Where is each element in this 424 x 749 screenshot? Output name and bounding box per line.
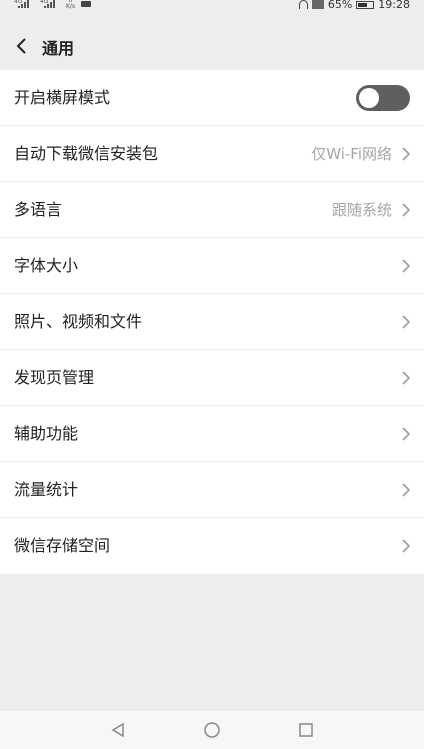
settings-row-font-size[interactable]: 字体大小 bbox=[0, 238, 424, 294]
signal-icon-1: 4G bbox=[14, 0, 34, 10]
settings-row-storage[interactable]: 微信存储空间 bbox=[0, 518, 424, 574]
settings-row-label: 自动下载微信安装包 bbox=[14, 144, 159, 163]
settings-row-label: 照片、视频和文件 bbox=[14, 312, 143, 331]
landscape-toggle[interactable] bbox=[356, 85, 410, 111]
settings-row-value: 仅Wi-Fi网络 bbox=[311, 145, 392, 163]
nfc-icon bbox=[311, 0, 324, 9]
triangle-back-icon[interactable] bbox=[110, 722, 126, 738]
settings-row-label: 流量统计 bbox=[14, 480, 79, 499]
chevron-right-icon bbox=[402, 483, 410, 497]
signal-icon-2: 4G bbox=[40, 0, 60, 10]
chevron-right-icon bbox=[402, 203, 410, 217]
settings-row-label: 微信存储空间 bbox=[14, 536, 111, 555]
chevron-right-icon bbox=[402, 539, 410, 553]
chevron-right-icon bbox=[402, 259, 410, 273]
settings-row-media-files[interactable]: 照片、视频和文件 bbox=[0, 294, 424, 350]
battery-icon bbox=[356, 0, 375, 9]
square-recent-icon[interactable] bbox=[298, 722, 314, 738]
settings-row-label: 字体大小 bbox=[14, 256, 79, 275]
settings-row-label: 辅助功能 bbox=[14, 424, 79, 443]
chevron-right-icon bbox=[402, 371, 410, 385]
settings-row-landscape-mode[interactable]: 开启横屏模式 bbox=[0, 70, 424, 126]
signal-2-label: 4G bbox=[40, 0, 49, 5]
toggle-knob bbox=[359, 88, 379, 108]
settings-row-traffic-stats[interactable]: 流量统计 bbox=[0, 462, 424, 518]
settings-row-language[interactable]: 多语言 跟随系统 bbox=[0, 182, 424, 238]
page-title: 通用 bbox=[42, 39, 75, 58]
clock: 19:28 bbox=[378, 0, 410, 11]
settings-row-label: 发现页管理 bbox=[14, 368, 95, 387]
chevron-right-icon bbox=[402, 147, 410, 161]
net-speed: 0 K/s bbox=[66, 0, 75, 10]
headphone-icon bbox=[298, 0, 308, 9]
settings-row-label: 多语言 bbox=[14, 200, 63, 219]
status-left: 4G 4G 0 K/s bbox=[14, 0, 92, 14]
settings-row-accessibility[interactable]: 辅助功能 bbox=[0, 406, 424, 462]
battery-fill bbox=[358, 2, 368, 7]
chevron-right-icon bbox=[402, 315, 410, 329]
settings-row-discover-manage[interactable]: 发现页管理 bbox=[0, 350, 424, 406]
settings-row-auto-download[interactable]: 自动下载微信安装包 仅Wi-Fi网络 bbox=[0, 126, 424, 182]
settings-list: 开启横屏模式自动下载微信安装包 仅Wi-Fi网络多语言 跟随系统字体大小照片、视频和… bbox=[0, 70, 424, 574]
settings-row-value: 跟随系统 bbox=[331, 201, 392, 219]
top-navbar: 通用 bbox=[0, 24, 424, 68]
net-speed-unit: K/s bbox=[66, 3, 76, 10]
settings-row-label: 开启横屏模式 bbox=[14, 88, 111, 107]
system-nav-bar bbox=[0, 711, 424, 749]
status-bar: 4G 4G 0 K/s 65% 19:28 bbox=[0, 0, 424, 14]
signal-1-label: 4G bbox=[14, 0, 23, 5]
camera-icon bbox=[81, 1, 92, 7]
chevron-right-icon bbox=[402, 427, 410, 441]
status-right: 65% 19:28 bbox=[298, 0, 410, 11]
circle-home-icon[interactable] bbox=[203, 722, 221, 738]
battery-percent: 65% bbox=[327, 0, 353, 11]
chevron-left-icon[interactable] bbox=[14, 37, 30, 55]
